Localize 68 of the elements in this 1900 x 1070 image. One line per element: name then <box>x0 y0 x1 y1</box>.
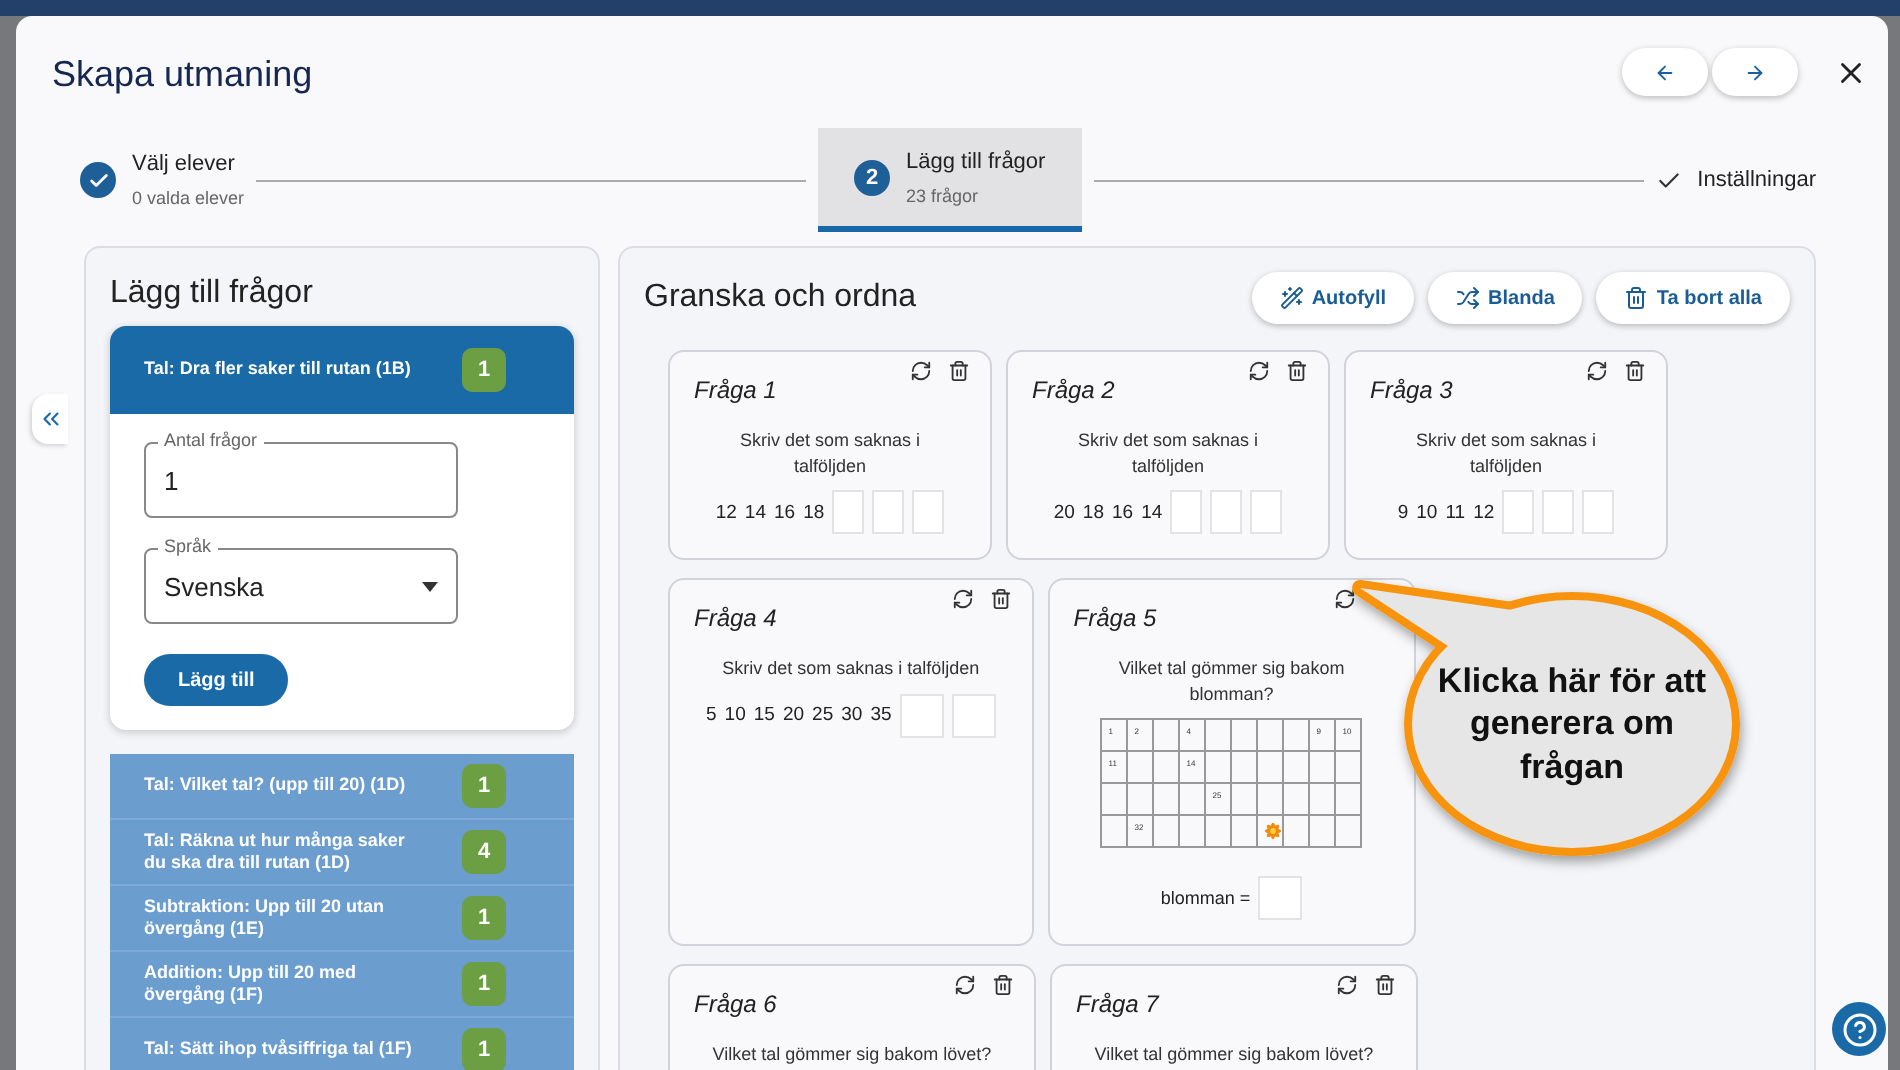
count-badge: 4 <box>462 830 506 874</box>
sequence-number: 18 <box>1082 501 1104 524</box>
sequence-number: 35 <box>870 704 892 727</box>
sequence-number: 14 <box>1141 501 1163 524</box>
count-badge: 1 <box>462 1028 506 1070</box>
step-caption: 23 frågor <box>906 185 981 205</box>
question-title: Fråga 3 <box>1370 376 1453 404</box>
action-button[interactable]: Blanda <box>1428 272 1583 324</box>
dialog-title: Skapa utmaning <box>52 51 315 95</box>
question-title: Fråga 1 <box>694 376 777 404</box>
field-label: Språk <box>158 536 218 558</box>
step-label: Välj elever <box>132 152 237 176</box>
count-badge: 1 <box>462 962 506 1006</box>
step-caption: 0 valda elever <box>132 188 245 208</box>
sequence-number: 14 <box>744 501 766 524</box>
topic-label: Tal: Sätt ihop tvåsiffriga tal (1F) <box>144 1038 414 1062</box>
panel-title: Granska och ordna <box>644 280 919 316</box>
step-number: 2 <box>854 159 890 195</box>
step[interactable]: Välj elever 0 valda elever <box>80 128 245 232</box>
step-label: Inställningar <box>1697 168 1816 192</box>
question-prompt: Vilket tal gömmer sig bakom lövet? <box>1092 1042 1376 1068</box>
sequence-number: 25 <box>812 704 834 727</box>
sequence-number: 12 <box>1473 501 1495 524</box>
topic-label: Subtraktion: Upp till 20 utan övergång (1E) <box>144 895 387 941</box>
count-badge: 1 <box>462 348 506 392</box>
sequence-number: 30 <box>841 704 863 727</box>
question-title: Fråga 2 <box>1032 376 1115 404</box>
sequence-number: 16 <box>1112 501 1134 524</box>
sequence-number: 10 <box>724 704 746 727</box>
callout-text: Klicka här för att generera om frågan <box>1435 660 1709 788</box>
sequence-number: 10 <box>1416 501 1438 524</box>
add-button[interactable]: Lägg till <box>144 654 289 706</box>
sequence-number: 16 <box>774 501 796 524</box>
topic-label: Tal: Räkna ut hur många saker du ska dra till rutan (1D) <box>144 829 407 875</box>
topic-label: Tal: Vilket tal? (upp till 20) (1D) <box>144 774 408 798</box>
question-prompt: Skriv det som saknas i talföljden <box>1413 428 1599 479</box>
count-badge: 1 <box>462 764 506 808</box>
sequence-number: 18 <box>803 501 825 524</box>
action-button[interactable]: Ta bort alla <box>1596 272 1790 324</box>
answer-label: blomman = <box>1160 888 1251 909</box>
sequence-number: 12 <box>715 501 737 524</box>
step[interactable]: Inställningar <box>1655 128 1816 232</box>
question-prompt: Vilket tal gömmer sig bakom blomman? <box>1116 656 1347 707</box>
question-title: Fråga 6 <box>694 990 777 1019</box>
step[interactable]: 2 Lägg till frågor 23 frågor <box>818 128 1082 232</box>
sequence-number: 11 <box>1445 501 1466 524</box>
topic-item[interactable]: Tal: Dra fler saker till rutan (1B) 1 <box>110 326 574 414</box>
panel-title: Lägg till frågor <box>110 276 315 312</box>
sequence-number: 9 <box>1397 501 1409 524</box>
topic-label: Tal: Dra fler saker till rutan (1B) <box>144 358 413 382</box>
question-title: Fråga 5 <box>1073 604 1157 633</box>
sequence-number: 20 <box>1053 501 1075 524</box>
question-prompt: Vilket tal gömmer sig bakom lövet? <box>710 1042 994 1068</box>
question-title: Fråga 4 <box>694 604 777 633</box>
question-prompt: Skriv det som saknas i talföljden <box>1075 428 1261 479</box>
topic-label: Addition: Upp till 20 med övergång (1F) <box>144 961 358 1007</box>
question-prompt: Skriv det som saknas i talföljden <box>720 656 982 682</box>
sequence-number: 5 <box>706 704 717 727</box>
action-button[interactable]: Autofyll <box>1251 272 1415 324</box>
field-value: Svenska <box>164 571 264 601</box>
sequence-number: 15 <box>753 704 775 727</box>
field-value: 1 <box>164 465 179 495</box>
count-badge: 1 <box>462 896 506 940</box>
question-title: Fråga 7 <box>1076 990 1159 1019</box>
sequence-number: 20 <box>782 704 805 727</box>
step-label: Lägg till frågor <box>906 149 1046 173</box>
question-prompt: Skriv det som saknas i talföljden <box>737 428 923 479</box>
field-label: Antal frågor <box>158 430 264 452</box>
